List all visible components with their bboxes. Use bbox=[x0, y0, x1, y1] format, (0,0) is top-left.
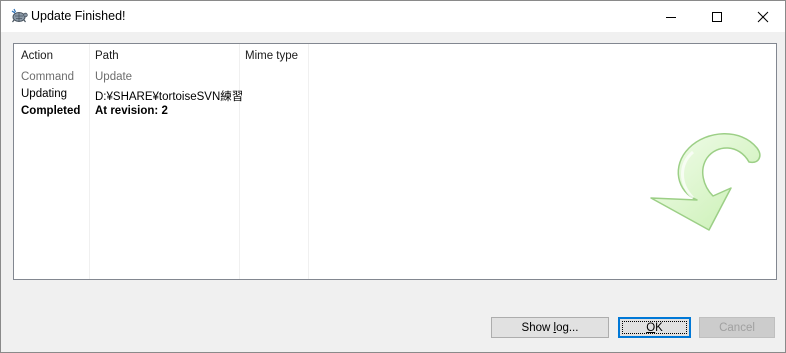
close-icon bbox=[757, 11, 769, 22]
tortoise-icon bbox=[10, 8, 28, 24]
close-button[interactable] bbox=[740, 1, 786, 32]
update-finished-dialog: Update Finished! Action Command Updating… bbox=[0, 0, 786, 353]
maximize-button[interactable] bbox=[694, 1, 740, 32]
maximize-icon bbox=[712, 11, 722, 22]
window-title: Update Finished! bbox=[31, 9, 126, 23]
minimize-icon bbox=[666, 16, 676, 18]
ok-button[interactable]: OK bbox=[618, 317, 691, 338]
column-header-mime-type[interactable]: Mime type bbox=[245, 50, 298, 62]
show-log-label: Show log... bbox=[521, 321, 579, 334]
list-item-path: At revision: 2 bbox=[95, 105, 168, 117]
minimize-button[interactable] bbox=[648, 1, 694, 32]
list-item-action: Command bbox=[21, 71, 75, 83]
column-header-action[interactable]: Action bbox=[21, 50, 53, 62]
update-arrow-icon bbox=[650, 133, 761, 231]
list-item-action: Completed bbox=[21, 105, 81, 117]
column-action: Action Command Updating Completed bbox=[14, 44, 90, 279]
list-item-path: D:¥SHARE¥tortoiseSVN練習 bbox=[95, 91, 244, 103]
cancel-button[interactable]: Cancel bbox=[699, 317, 775, 338]
cancel-label: Cancel bbox=[719, 321, 755, 334]
title-bar[interactable]: Update Finished! bbox=[1, 1, 785, 32]
column-mime-type: Mime type bbox=[240, 44, 309, 279]
focus-rectangle bbox=[622, 321, 687, 334]
column-path: Path Update D:¥SHARE¥tortoiseSVN練習 At re… bbox=[90, 44, 244, 279]
column-header-path[interactable]: Path bbox=[95, 50, 119, 62]
list-item-path: Update bbox=[95, 71, 133, 83]
list-item-action: Updating bbox=[21, 88, 68, 100]
show-log-button[interactable]: Show log... bbox=[491, 317, 609, 338]
